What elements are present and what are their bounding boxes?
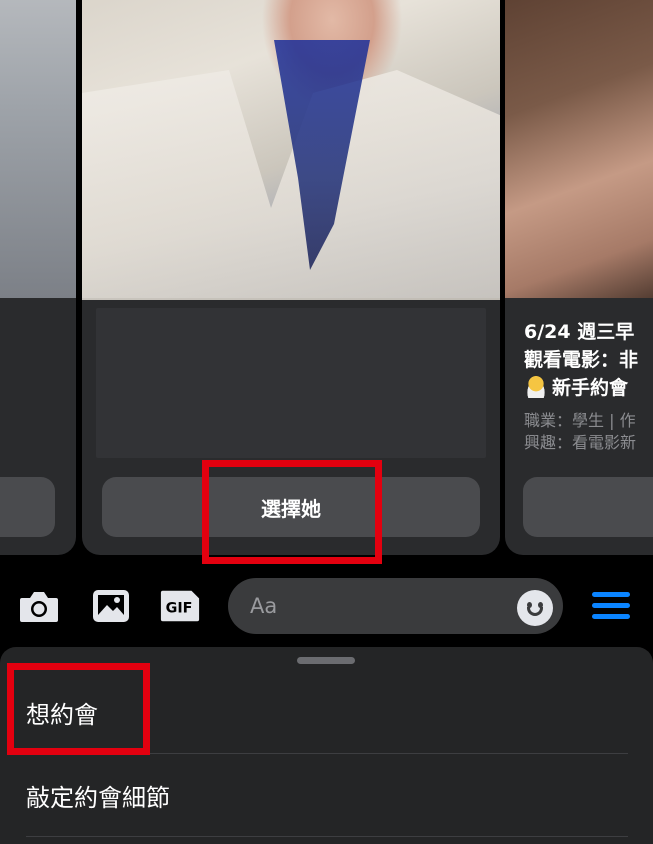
emoji-mouth [527,607,543,616]
profile-carousel[interactable]: 選擇她 6/24 週三早 觀看電影：非 新手約會 職業：學生 | 作 興趣：看電… [0,0,653,568]
hatching-chick-icon [524,376,548,398]
profile-photo-right [505,0,653,298]
emoji-icon[interactable] [517,590,553,626]
gif-icon[interactable]: GIF [159,587,201,625]
profile-details-right: 6/24 週三早 觀看電影：非 新手約會 職業：學生 | 作 興趣：看電影新 [524,318,653,454]
profile-info-panel [96,308,486,458]
interests-text: 興趣：看電影新 [524,433,637,452]
profile-card-center[interactable]: 選擇她 [82,0,500,555]
message-input-container [228,578,563,634]
tag-label: 新手約會 [552,377,629,399]
choose-her-button-label: 選擇她 [261,496,321,521]
gif-icon-label: GIF [166,601,193,617]
select-button-right[interactable] [523,477,653,537]
camera-icon[interactable] [18,587,60,625]
profile-photo-center [82,0,500,300]
choose-her-button[interactable]: 選擇她 [102,477,480,537]
profile-card-right[interactable]: 6/24 週三早 觀看電影：非 新手約會 職業：學生 | 作 興趣：看電影新 [505,0,653,555]
sheet-item-label: 想約會 [26,701,98,729]
date-time-line: 6/24 週三早 [524,321,635,343]
profile-card-left[interactable] [0,0,76,555]
gallery-icon[interactable] [90,587,132,625]
message-composer: GIF [0,568,653,644]
occupation-text: 職業：學生 | 作 [524,411,636,430]
sheet-item-label: 敲定約會細節 [26,784,170,812]
quick-reply-sheet: 想約會 敲定約會細節 [0,647,653,844]
select-button-left[interactable] [0,477,55,537]
profile-photo-left [0,0,76,298]
activity-line: 觀看電影：非 [524,349,639,371]
message-input[interactable] [250,578,520,634]
sheet-item-want-date[interactable]: 想約會 [26,672,628,754]
tag-line: 新手約會 [524,374,653,402]
menu-icon[interactable] [590,590,632,622]
sheet-grabber[interactable] [297,657,355,664]
sheet-item-finalize-details[interactable]: 敲定約會細節 [26,755,628,837]
